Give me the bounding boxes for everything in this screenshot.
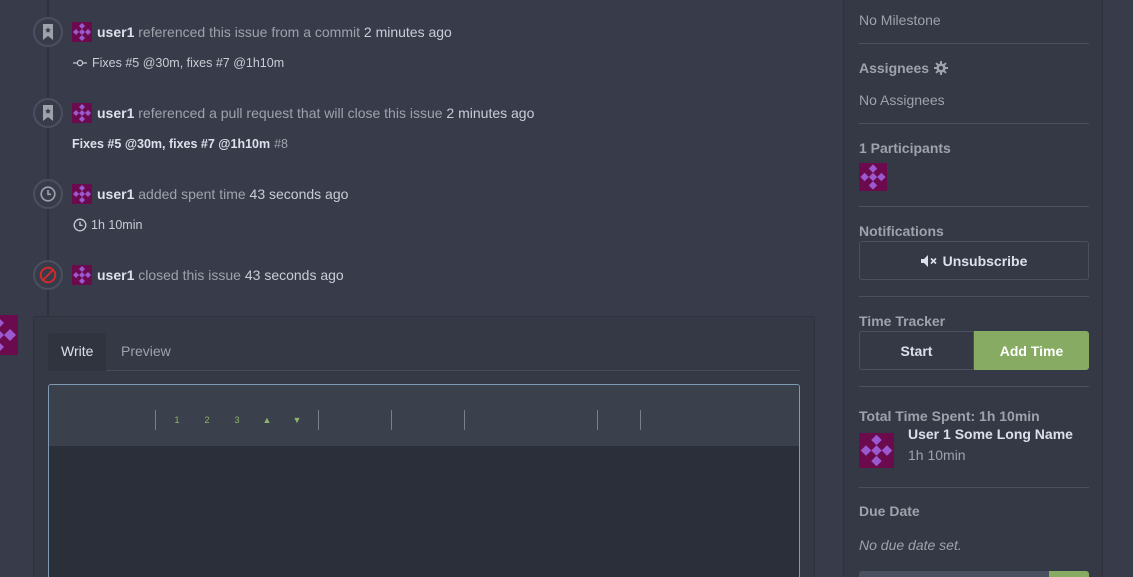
comment-editor[interactable]: 1 2 3 ▲ ▼ xyxy=(48,384,800,577)
toolbar-divider xyxy=(155,410,156,430)
editor-toolbar: 1 2 3 ▲ ▼ xyxy=(49,385,799,446)
commit-icon xyxy=(73,59,87,67)
issue-page: user1 referenced this issue from a commi… xyxy=(0,0,1133,577)
divider xyxy=(859,206,1089,207)
due-date-input[interactable] xyxy=(859,571,1049,577)
time-user-spent: 1h 10min xyxy=(908,447,966,463)
divider xyxy=(859,386,1089,387)
event-time: 43 seconds ago xyxy=(244,267,344,283)
commit-detail: Fixes #5 @30m, fixes #7 @1h10m xyxy=(73,55,284,71)
event-header: user1 added spent time 43 seconds ago xyxy=(97,185,348,203)
set-due-date-button[interactable] xyxy=(1049,571,1089,577)
event-author[interactable]: user1 xyxy=(97,186,134,202)
event-author[interactable]: user1 xyxy=(97,24,134,40)
bookmark-icon xyxy=(33,17,63,47)
event-time: 2 minutes ago xyxy=(446,105,535,121)
participant-avatar[interactable] xyxy=(859,163,887,191)
divider xyxy=(859,296,1089,297)
toolbar-divider xyxy=(597,410,598,430)
unsubscribe-label: Unsubscribe xyxy=(942,252,1028,269)
event-author[interactable]: user1 xyxy=(97,267,134,283)
divider xyxy=(859,487,1089,488)
mute-icon xyxy=(920,254,937,267)
avatar[interactable] xyxy=(72,103,92,123)
assignees-value: No Assignees xyxy=(859,92,945,108)
total-time-label: Total Time Spent: 1h 10min xyxy=(859,408,1040,424)
pull-detail: Fixes #5 @30m, fixes #7 @1h10m #8 xyxy=(72,136,288,152)
avatar[interactable] xyxy=(72,265,92,285)
heading-1-button[interactable]: 1 xyxy=(170,414,184,426)
tab-preview[interactable]: Preview xyxy=(108,333,184,371)
time-user-name[interactable]: User 1 Some Long Name xyxy=(908,425,1073,443)
event-header: user1 referenced a pull request that wil… xyxy=(97,104,534,122)
milestone-value[interactable]: No Milestone xyxy=(859,11,941,29)
event-author[interactable]: user1 xyxy=(97,105,134,121)
add-time-button[interactable]: Add Time xyxy=(974,331,1089,370)
assignees-label[interactable]: Assignees xyxy=(859,59,949,77)
event-header: user1 referenced this issue from a commi… xyxy=(97,23,452,41)
event-time: 43 seconds ago xyxy=(249,186,349,202)
heading-2-button[interactable]: 2 xyxy=(200,414,214,426)
notifications-label: Notifications xyxy=(859,223,944,239)
avatar[interactable] xyxy=(72,22,92,42)
toolbar-divider xyxy=(640,410,641,430)
assignees-label-text: Assignees xyxy=(859,60,930,76)
pull-ref[interactable]: #8 xyxy=(274,136,288,152)
toolbar-divider xyxy=(464,410,465,430)
clock-icon xyxy=(73,218,87,232)
editor-tabs: Write Preview xyxy=(48,333,800,371)
tab-write[interactable]: Write xyxy=(48,333,107,371)
toolbar-divider xyxy=(391,410,392,430)
heading-bigger-button[interactable]: ▲ xyxy=(260,414,274,426)
pull-title[interactable]: Fixes #5 @30m, fixes #7 @1h10m xyxy=(72,136,270,152)
due-date-label: Due Date xyxy=(859,503,920,519)
time-tracker-label: Time Tracker xyxy=(859,313,946,329)
divider xyxy=(859,123,1089,124)
heading-smaller-button[interactable]: ▼ xyxy=(290,414,304,426)
toolbar-divider xyxy=(318,410,319,430)
due-date-value: No due date set. xyxy=(859,537,962,553)
event-action: referenced a pull request that will clos… xyxy=(138,105,443,121)
avatar[interactable] xyxy=(72,184,92,204)
commit-message[interactable]: Fixes #5 @30m, fixes #7 @1h10m xyxy=(92,55,284,71)
time-detail: 1h 10min xyxy=(73,217,142,233)
event-time: 2 minutes ago xyxy=(363,24,452,40)
heading-3-button[interactable]: 3 xyxy=(230,414,244,426)
current-user-avatar[interactable] xyxy=(0,315,18,355)
event-action: referenced this issue from a commit xyxy=(138,24,360,40)
clock-icon xyxy=(33,179,63,209)
event-header: user1 closed this issue 43 seconds ago xyxy=(97,266,344,284)
event-action: added spent time xyxy=(138,186,246,202)
bookmark-icon xyxy=(33,98,63,128)
unsubscribe-button[interactable]: Unsubscribe xyxy=(859,241,1089,280)
time-user-avatar[interactable] xyxy=(859,433,894,468)
divider xyxy=(859,43,1089,44)
participants-label: 1 Participants xyxy=(859,140,951,156)
gear-icon[interactable] xyxy=(934,61,949,75)
closed-icon xyxy=(33,260,63,290)
spent-time: 1h 10min xyxy=(91,218,143,232)
event-action: closed this issue xyxy=(138,267,241,283)
start-timer-button[interactable]: Start xyxy=(859,331,974,370)
issue-sidebar: No Milestone Assignees No Assignees 1 Pa… xyxy=(843,0,1103,577)
